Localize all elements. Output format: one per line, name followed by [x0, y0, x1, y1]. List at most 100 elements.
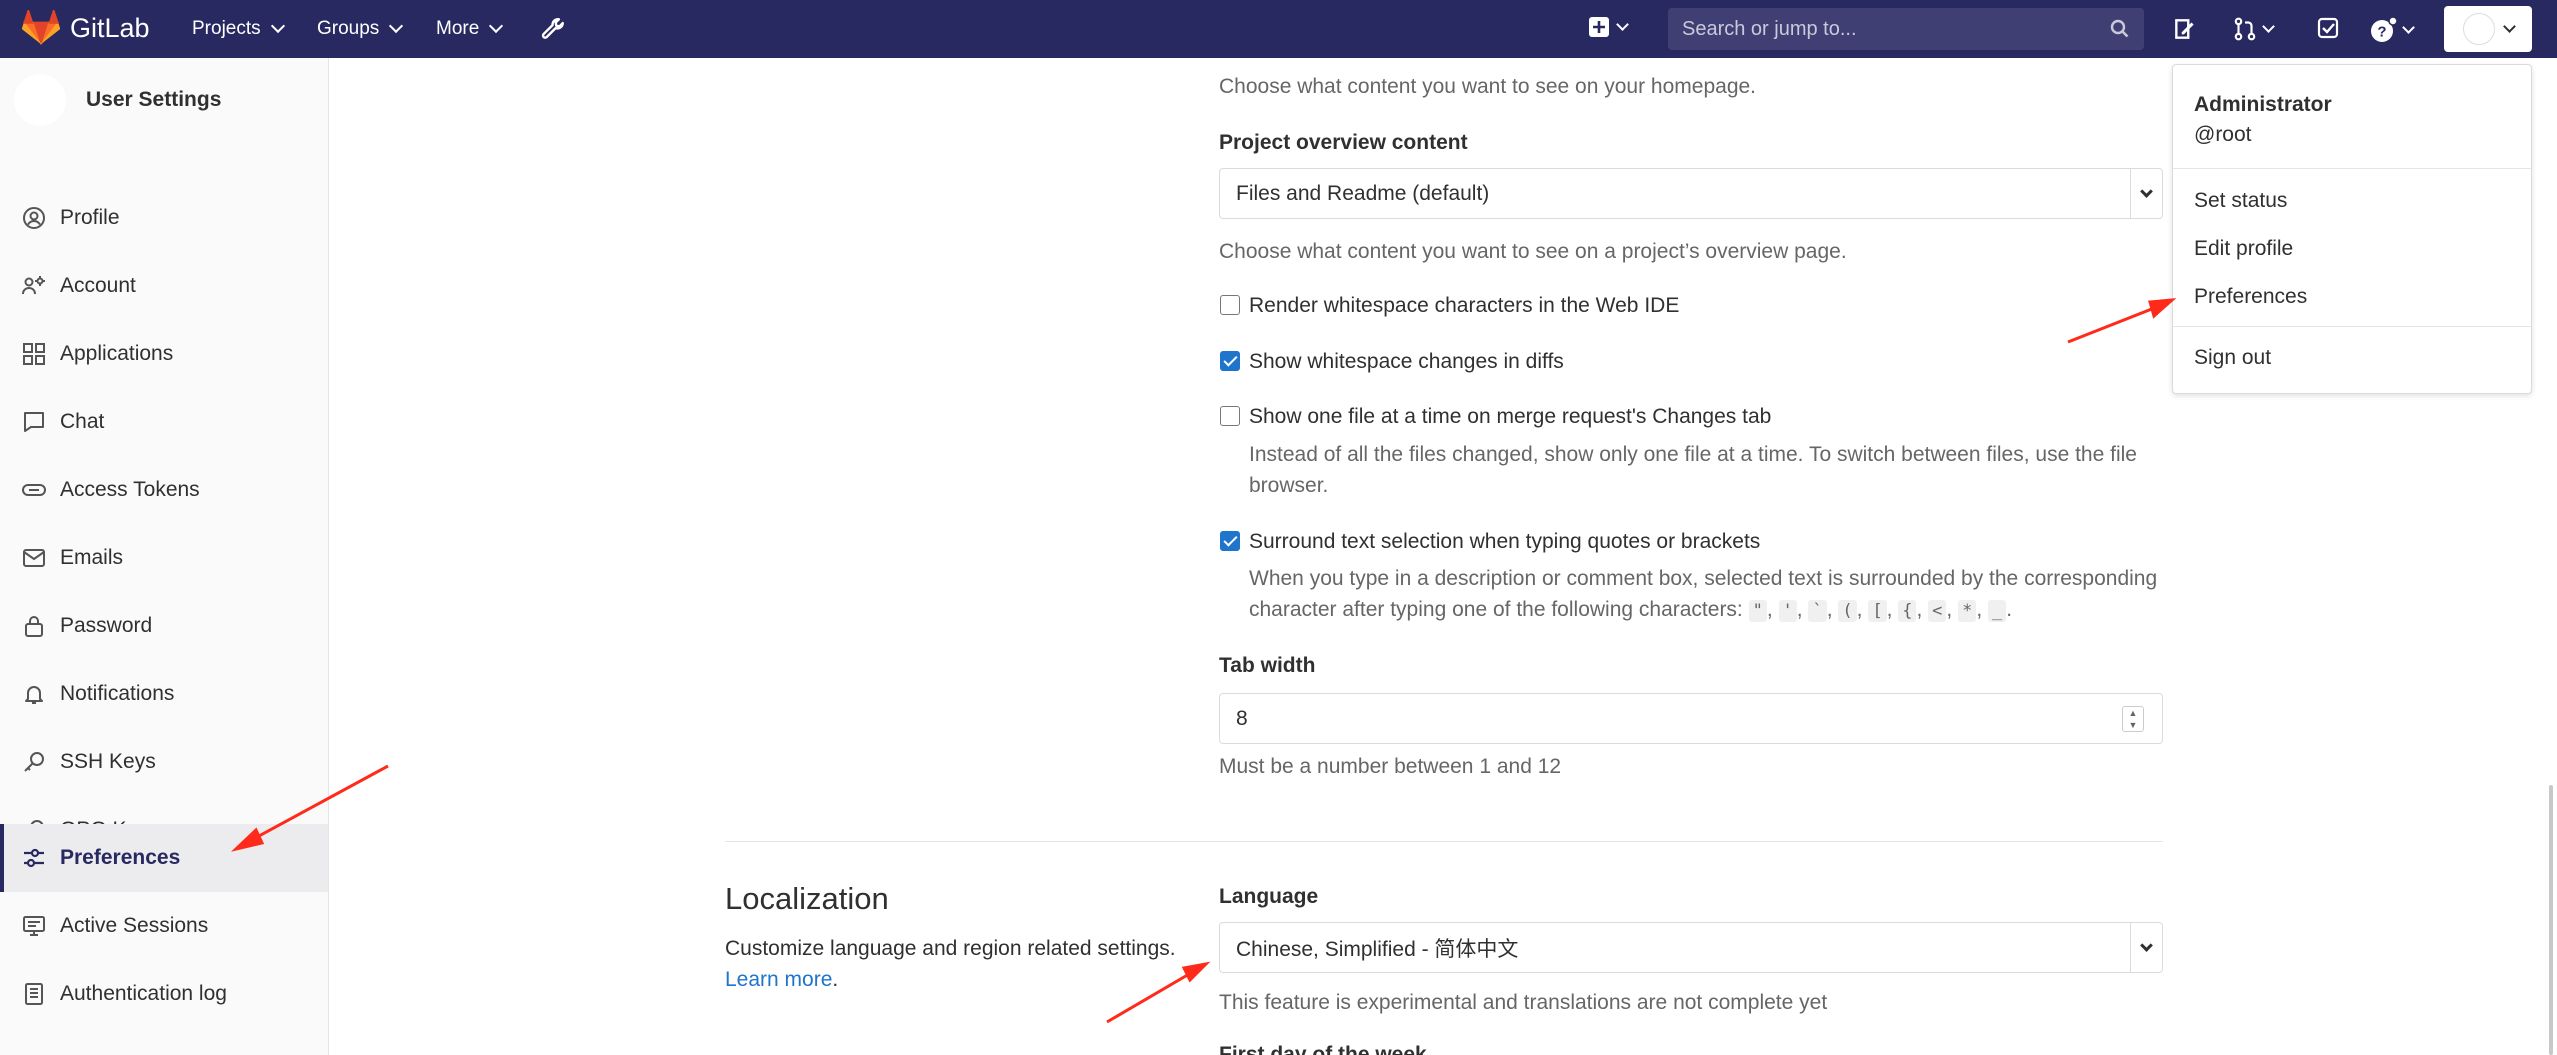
sidebar-item-notifications[interactable]: Notifications — [0, 660, 328, 728]
char-code: ( — [1838, 600, 1857, 622]
language-select[interactable]: Chinese, Simplified - 简体中文 — [1219, 922, 2163, 973]
gitlab-logo[interactable]: GitLab — [22, 10, 150, 46]
one-file-checkbox[interactable] — [1220, 406, 1240, 426]
merge-request-icon — [2234, 17, 2256, 41]
surround-selection-label[interactable]: Surround text selection when typing quot… — [1249, 530, 1760, 554]
sidebar-item-label: Profile — [60, 206, 120, 229]
chevron-down-icon — [2130, 169, 2162, 218]
render-whitespace-label[interactable]: Render whitespace characters in the Web … — [1249, 294, 1679, 318]
sidebar-item-authentication-log[interactable]: Authentication log — [0, 960, 328, 1028]
tab-width-help: Must be a number between 1 and 12 — [1219, 755, 1562, 778]
preferences-icon — [24, 848, 44, 868]
edit-profile-item[interactable]: Edit profile — [2194, 237, 2293, 261]
tab-width-value: 8 — [1236, 706, 1248, 730]
sidebar-item-active-sessions[interactable]: Active Sessions — [0, 892, 328, 960]
sidebar-item-access-tokens[interactable]: Access Tokens — [0, 456, 328, 524]
brand-name: GitLab — [70, 12, 150, 43]
surround-help-line1: When you type in a description or commen… — [1249, 567, 2158, 590]
char-code: [ — [1868, 600, 1887, 622]
language-label: Language — [1219, 885, 1319, 908]
tab-width-input[interactable]: 8 ▲ ▼ — [1219, 693, 2163, 744]
monitor-icon — [23, 916, 45, 936]
localization-description: Customize language and region related se… — [725, 937, 1176, 960]
new-item-button[interactable] — [1588, 16, 1629, 38]
project-overview-label: Project overview content — [1219, 131, 1468, 154]
show-whitespace-checkbox[interactable] — [1220, 351, 1240, 371]
char-code: { — [1898, 600, 1917, 622]
token-icon — [22, 484, 46, 496]
set-status-item[interactable]: Set status — [2194, 189, 2287, 213]
settings-sidebar: User Settings Profile Account Applicatio… — [0, 58, 329, 1055]
project-overview-help: Choose what content you want to see on a… — [1219, 240, 1847, 263]
search-icon — [2110, 19, 2129, 38]
sidebar-item-applications[interactable]: Applications — [0, 320, 328, 388]
number-spinner-icon[interactable]: ▲ ▼ — [2122, 706, 2144, 732]
one-file-label[interactable]: Show one file at a time on merge request… — [1249, 405, 1771, 429]
char-code: " — [1748, 600, 1767, 622]
account-icon — [22, 276, 45, 295]
surround-help-prefix: character after typing one of the follow… — [1249, 598, 1743, 621]
nav-groups-label: Groups — [317, 18, 380, 39]
sidebar-item-emails[interactable]: Emails — [0, 524, 328, 592]
one-file-help-line2: browser. — [1249, 474, 1329, 497]
dropdown-arrow — [2067, 303, 2163, 344]
user-menu-button[interactable] — [2444, 6, 2532, 52]
language-value: Chinese, Simplified - 简体中文 — [1236, 937, 1519, 961]
search-input[interactable]: Search or jump to... — [1668, 8, 2144, 50]
sidebar-item-account[interactable]: Account — [0, 252, 328, 320]
section-divider — [725, 841, 2163, 842]
chevron-down-icon — [2502, 20, 2516, 33]
nav-groups[interactable]: Groups — [317, 18, 404, 40]
preferences-item[interactable]: Preferences — [2194, 285, 2307, 309]
nav-projects[interactable]: Projects — [192, 18, 285, 40]
sidebar-item-label: Password — [60, 614, 153, 637]
bell-icon — [25, 686, 43, 704]
todos-button[interactable] — [2316, 16, 2340, 40]
learn-more-link[interactable]: Learn more — [725, 968, 832, 991]
chevron-down-icon — [489, 18, 504, 34]
sidebar-item-label: Authentication log — [60, 982, 227, 1005]
dropdown-divider — [2173, 326, 2531, 327]
sidebar-item-preferences[interactable]: Preferences — [0, 824, 328, 892]
project-overview-select[interactable]: Files and Readme (default) — [1219, 168, 2163, 219]
localization-title: Localization — [725, 881, 889, 916]
gitlab-tanuki-icon — [22, 10, 60, 45]
language-arrow — [1106, 968, 1197, 1024]
nav-projects-label: Projects — [192, 18, 261, 39]
language-arrowhead — [1181, 961, 1211, 983]
sidebar-item-password[interactable]: Password — [0, 592, 328, 660]
chevron-down-icon — [389, 18, 404, 34]
show-whitespace-label[interactable]: Show whitespace changes in diffs — [1249, 350, 1564, 374]
sidebar-item-label: Active Sessions — [60, 914, 209, 937]
merge-requests-button[interactable] — [2232, 16, 2275, 42]
key-icon — [24, 752, 44, 772]
language-help: This feature is experimental and transla… — [1219, 991, 1828, 1014]
sign-out-item[interactable]: Sign out — [2194, 346, 2271, 370]
chevron-down-icon — [2262, 20, 2275, 33]
page-scrollbar[interactable] — [2549, 785, 2553, 1055]
applications-icon — [23, 343, 45, 365]
nav-more[interactable]: More — [436, 18, 504, 40]
surround-selection-checkbox[interactable] — [1220, 531, 1240, 551]
char-code: ' — [1778, 600, 1797, 622]
avatar — [2462, 13, 2495, 45]
issues-button[interactable] — [2172, 16, 2198, 42]
plus-square-icon — [1589, 17, 1609, 37]
chevron-down-icon — [2130, 923, 2162, 972]
dropdown-user-name: Administrator — [2194, 93, 2332, 116]
dropdown-arrowhead — [2148, 298, 2177, 319]
lock-icon — [25, 616, 43, 637]
surround-help-line2: character after typing one of the follow… — [1249, 598, 2013, 622]
sidebar-item-ssh-keys[interactable]: SSH Keys — [0, 728, 328, 796]
help-icon: ? — [2371, 16, 2398, 42]
sidebar-item-label: Applications — [60, 342, 174, 365]
sidebar-header[interactable]: User Settings — [14, 74, 221, 126]
admin-wrench-icon[interactable] — [540, 16, 566, 48]
sidebar-item-profile[interactable]: Profile — [0, 184, 328, 252]
render-whitespace-checkbox[interactable] — [1220, 295, 1240, 315]
sidebar-item-label: Notifications — [60, 682, 175, 705]
help-button[interactable]: ? — [2370, 16, 2415, 44]
sidebar-item-chat[interactable]: Chat — [0, 388, 328, 456]
issues-icon — [2175, 19, 2194, 39]
chevron-down-icon — [2402, 21, 2415, 34]
